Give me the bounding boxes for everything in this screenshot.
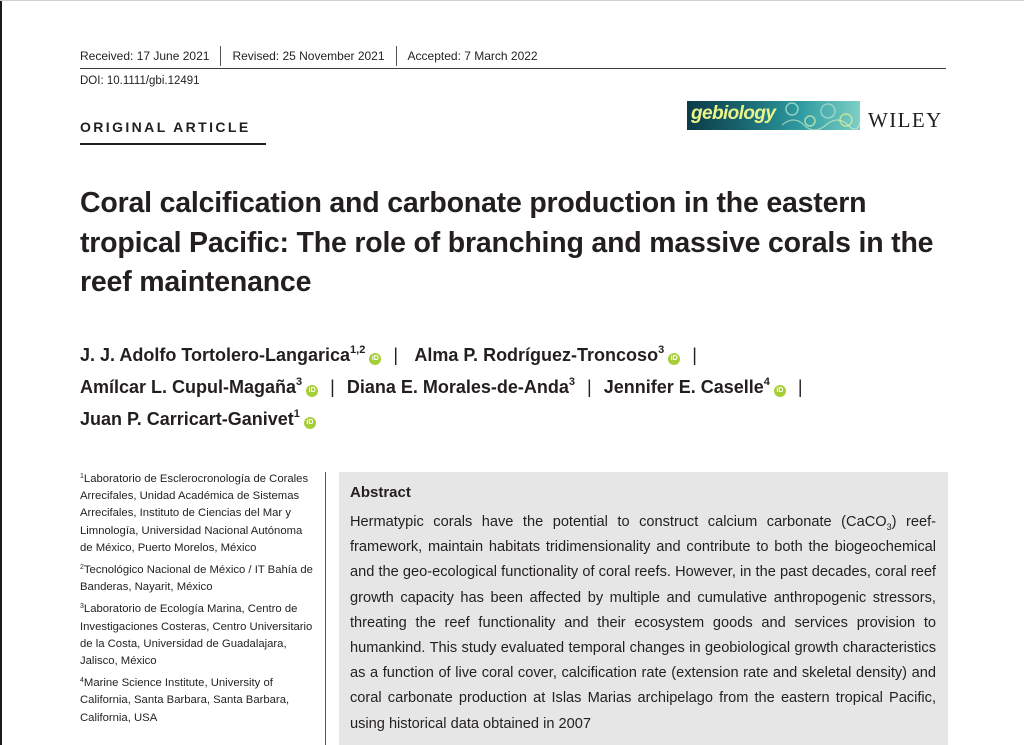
author-name: J. J. Adolfo Tortolero-Langarica [80, 345, 351, 365]
orcid-icon[interactable]: iD [306, 385, 319, 397]
article-dates: Received: 17 June 2021 Revised: 25 Novem… [80, 46, 538, 66]
viewer-frame-top [0, 0, 1024, 1]
orcid-icon[interactable]: iD [369, 353, 382, 365]
affiliation-text: Laboratorio de Ecología Marina, Centro d… [80, 603, 313, 668]
journal-logo: gebiology [687, 101, 860, 130]
orcid-icon[interactable]: iD [773, 385, 786, 397]
article-type-underline [80, 143, 266, 145]
author: J. J. Adolfo Tortolero-Langarica1,2iD [80, 344, 382, 365]
date-divider [395, 46, 397, 66]
author-affiliation-ref: 3 [568, 376, 576, 388]
author-separator: | [393, 345, 399, 365]
affiliations: 1Laboratorio de Esclerocronología de Cor… [80, 471, 316, 732]
orcid-icon[interactable]: iD [668, 353, 681, 365]
author: Amílcar L. Cupul-Magaña3iD [80, 376, 319, 397]
date-divider [220, 46, 222, 66]
accepted-date: Accepted: 7 March 2022 [407, 49, 538, 63]
affiliation-item: 2Tecnológico Nacional de México / IT Bah… [80, 562, 316, 596]
author: Alma P. Rodríguez-Troncoso3iD [414, 344, 681, 365]
author-name: Diana E. Morales-de-Anda [346, 377, 569, 397]
abstract-text-part: Hermatypic corals have the potential to … [350, 514, 887, 530]
doi-link[interactable]: DOI: 10.1111/gbi.12491 [80, 75, 200, 87]
affiliation-divider [325, 472, 326, 745]
author-affiliation-ref: 1 [293, 408, 300, 420]
orcid-icon[interactable]: iD [303, 417, 316, 429]
author: Diana E. Morales-de-Anda3 [346, 376, 576, 398]
author: Jennifer E. Caselle4iD [604, 377, 786, 397]
journal-logo-text: gebiology [691, 103, 776, 124]
affiliation-item: 3Laboratorio de Ecología Marina, Centro … [80, 601, 316, 670]
viewer-frame-edge [0, 0, 2, 745]
affiliation-text: Marine Science Institute, University of … [80, 677, 290, 724]
affiliation-text: Tecnológico Nacional de México / IT Bahí… [80, 564, 313, 594]
affiliation-item: 1Laboratorio de Esclerocronología de Cor… [80, 471, 316, 557]
header-rule [80, 68, 946, 69]
publisher-logo: WILEY [868, 108, 943, 132]
author-name: Juan P. Carricart-Ganivet [80, 409, 294, 429]
affiliation-item: 4Marine Science Institute, University of… [80, 675, 316, 727]
received-date: Received: 17 June 2021 [80, 49, 210, 63]
revised-date: Revised: 25 November 2021 [232, 49, 385, 63]
affiliation-text: Laboratorio de Esclerocronología de Cora… [80, 473, 309, 554]
abstract-heading: Abstract [350, 484, 411, 501]
abstract-text: Hermatypic corals have the potential to … [350, 510, 936, 737]
author-name: Amílcar L. Cupul-Magaña [80, 377, 297, 397]
author-affiliation-ref: 4 [763, 376, 770, 388]
author: Juan P. Carricart-Ganivet1iD [80, 409, 316, 429]
author-name: Alma P. Rodríguez-Troncoso [414, 345, 659, 365]
author-separator: | [587, 377, 592, 397]
author-separator: | [692, 345, 697, 365]
coral-pattern-icon [782, 102, 860, 130]
author-affiliation-ref: 3 [296, 376, 303, 388]
author-affiliation-ref: 1,2 [350, 344, 366, 356]
article-type-label: ORIGINAL ARTICLE [80, 119, 251, 135]
author-name: Jennifer E. Caselle [603, 377, 764, 397]
author-list: J. J. Adolfo Tortolero-Langarica1,2iD | A… [80, 339, 960, 435]
abstract-text-part: ) reef-framework, maintain habitats trid… [350, 514, 936, 732]
author-separator: | [330, 377, 335, 397]
author-affiliation-ref: 3 [658, 344, 665, 356]
article-title: Coral calcification and carbonate produc… [80, 187, 934, 298]
author-separator: | [797, 377, 803, 397]
